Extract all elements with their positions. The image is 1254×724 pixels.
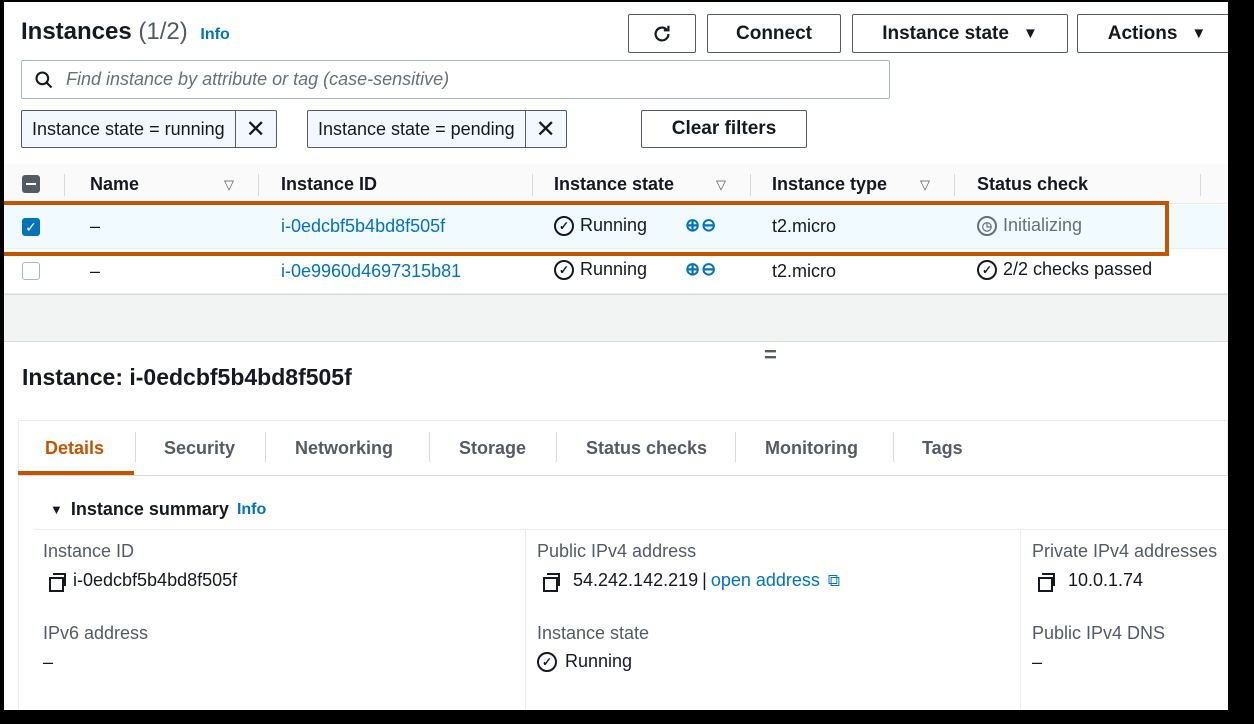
tab-divider xyxy=(735,432,736,462)
caret-down-icon: ▼ xyxy=(1022,25,1038,42)
instance-state-value: ✓ Running xyxy=(537,651,632,672)
close-icon[interactable]: ✕ xyxy=(236,111,276,147)
public-dns-value: – xyxy=(1032,652,1043,672)
external-link-icon[interactable]: ⧉ xyxy=(828,571,840,591)
column-header-name[interactable]: Name xyxy=(90,174,139,195)
row-checkbox[interactable] xyxy=(22,262,40,280)
private-ipv4-text: 10.0.1.74 xyxy=(1068,570,1144,590)
sort-icon[interactable]: ▽ xyxy=(224,177,234,193)
tab-storage[interactable]: Storage xyxy=(459,438,526,459)
public-dns-label: Public IPv4 DNS xyxy=(1032,623,1166,643)
tab-tags[interactable]: Tags xyxy=(922,438,963,459)
cell-status-check: ✓ 2/2 checks passed xyxy=(977,259,1152,280)
instance-state-text: Running xyxy=(580,259,648,279)
filter-token: Instance state = pending ✕ xyxy=(307,110,567,148)
caret-down-icon: ▼ xyxy=(1191,25,1207,42)
tab-divider xyxy=(429,432,430,462)
tab-divider xyxy=(135,432,136,462)
column-divider xyxy=(525,530,526,710)
column-header-instance-id[interactable]: Instance ID xyxy=(281,174,377,195)
column-divider xyxy=(532,174,533,196)
caret-down-icon: ▼ xyxy=(50,502,63,517)
tab-monitoring[interactable]: Monitoring xyxy=(765,438,858,459)
summary-title: Instance summary xyxy=(70,499,229,519)
selection-count: (1/2) xyxy=(138,18,188,45)
tab-security[interactable]: Security xyxy=(164,438,235,459)
copy-icon[interactable] xyxy=(1038,572,1055,592)
actions-button[interactable]: Actions ▼ xyxy=(1077,14,1228,53)
tab-status-checks[interactable]: Status checks xyxy=(586,438,707,459)
column-header-instance-type[interactable]: Instance type xyxy=(772,174,887,195)
instance-id-value: i-0edcbf5b4bd8f505f xyxy=(49,570,238,592)
cell-instance-state: ✓ Running xyxy=(554,259,647,280)
cell-name: – xyxy=(90,261,101,281)
column-divider xyxy=(1020,530,1021,710)
instance-state-text: Running xyxy=(565,651,633,671)
close-icon[interactable]: ✕ xyxy=(526,111,566,147)
refresh-icon xyxy=(654,25,670,42)
actions-label: Actions xyxy=(1107,22,1178,44)
tab-divider xyxy=(893,432,894,462)
check-circle-icon: ✓ xyxy=(537,651,557,672)
summary-divider xyxy=(34,529,1228,530)
public-ipv4-text: 54.242.142.219 xyxy=(573,570,699,590)
page-title: Instances (1/2) Info xyxy=(21,18,230,46)
instance-id-link[interactable]: i-0e9960d4697315b81 xyxy=(281,261,461,282)
check-circle-icon: ✓ xyxy=(554,259,574,280)
column-divider xyxy=(258,174,259,196)
cell-instance-type: t2.micro xyxy=(772,261,837,281)
separator: | xyxy=(702,570,707,590)
column-divider xyxy=(64,174,65,196)
tab-details[interactable]: Details xyxy=(45,438,104,459)
filter-token-label: Instance state = running xyxy=(22,111,236,147)
column-header-instance-state[interactable]: Instance state xyxy=(554,174,674,195)
sort-icon[interactable]: ▽ xyxy=(920,177,930,193)
active-tab-indicator xyxy=(18,471,134,475)
drag-handle-icon[interactable]: = xyxy=(764,342,777,368)
filter-token-label: Instance state = pending xyxy=(308,111,526,147)
open-address-link[interactable]: open address xyxy=(711,570,820,591)
page-title-text: Instances xyxy=(21,18,132,45)
column-header-status-check[interactable]: Status check xyxy=(977,174,1088,195)
public-ipv4-label: Public IPv4 address xyxy=(537,541,697,561)
clear-filters-button[interactable]: Clear filters xyxy=(641,110,807,148)
private-ipv4-label: Private IPv4 addresses xyxy=(1032,541,1218,561)
copy-icon[interactable] xyxy=(49,572,66,592)
ipv6-label: IPv6 address xyxy=(43,623,149,643)
select-all-checkbox[interactable] xyxy=(22,175,40,193)
search-icon xyxy=(35,70,53,88)
instance-state-button[interactable]: Instance state ▼ xyxy=(852,14,1068,53)
zoom-icons[interactable]: ⊕⊖ xyxy=(685,259,717,280)
copy-icon[interactable] xyxy=(543,572,560,592)
ec2-instances-page: Instances (1/2) Info Connect Instance st… xyxy=(4,2,1228,710)
tab-networking[interactable]: Networking xyxy=(295,438,393,459)
status-check-text: 2/2 checks passed xyxy=(1003,259,1153,279)
filter-token: Instance state = running ✕ xyxy=(21,110,277,148)
connect-button[interactable]: Connect xyxy=(707,14,841,53)
check-circle-icon: ✓ xyxy=(977,259,997,280)
instance-id-text: i-0edcbf5b4bd8f505f xyxy=(73,570,238,590)
private-ipv4-value: 10.0.1.74 xyxy=(1038,570,1144,592)
tab-divider xyxy=(556,432,557,462)
split-panel-divider xyxy=(4,294,1228,342)
column-divider xyxy=(750,174,751,196)
tab-divider xyxy=(265,432,266,462)
instance-summary-header[interactable]: ▼ Instance summary Info xyxy=(50,499,266,520)
instance-id-label: Instance ID xyxy=(43,541,135,561)
instance-state-label: Instance state xyxy=(537,623,650,643)
public-ipv4-value: 54.242.142.219 | open address ⧉ xyxy=(543,570,840,592)
search-box[interactable] xyxy=(21,60,890,99)
sort-icon[interactable]: ▽ xyxy=(716,177,726,193)
ipv6-value: – xyxy=(43,652,54,672)
column-divider xyxy=(1200,174,1201,196)
search-input[interactable] xyxy=(66,69,846,90)
refresh-button[interactable] xyxy=(628,14,696,53)
instance-state-label: Instance state xyxy=(882,22,1009,44)
column-divider xyxy=(954,174,955,196)
info-link[interactable]: Info xyxy=(237,501,266,519)
panel-title: Instance: i-0edcbf5b4bd8f505f xyxy=(22,364,352,390)
selection-highlight-box xyxy=(4,201,1169,256)
info-link[interactable]: Info xyxy=(200,26,229,43)
